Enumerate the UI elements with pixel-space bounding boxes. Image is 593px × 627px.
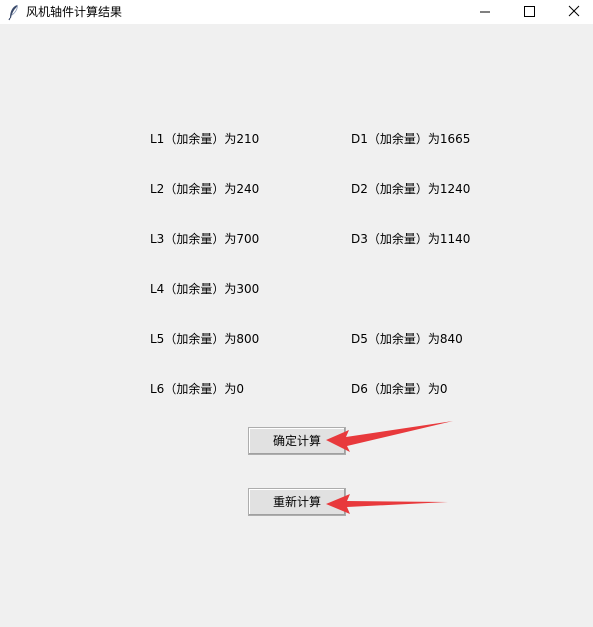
close-icon — [568, 5, 580, 17]
result-d6: D6（加余量）为0 — [351, 382, 448, 396]
result-l2: L2（加余量）为240 — [150, 182, 260, 196]
maximize-icon — [524, 6, 535, 17]
result-l3: L3（加余量）为700 — [150, 232, 260, 246]
title-bar: 风机轴件计算结果 — [0, 0, 593, 25]
result-d1: D1（加余量）为1665 — [351, 132, 471, 146]
result-d5: D5（加余量）为840 — [351, 332, 463, 346]
feather-icon — [6, 3, 22, 21]
result-l6: L6（加余量）为0 — [150, 382, 244, 396]
result-l1: L1（加余量）为210 — [150, 132, 260, 146]
minimize-button[interactable] — [462, 0, 508, 24]
minimize-icon — [480, 11, 490, 13]
result-d2: D2（加余量）为1240 — [351, 182, 471, 196]
maximize-button[interactable] — [506, 0, 552, 24]
result-l4: L4（加余量）为300 — [150, 282, 260, 296]
client-area — [0, 25, 593, 627]
confirm-calculation-button[interactable]: 确定计算 — [248, 427, 346, 455]
window-title: 风机轴件计算结果 — [26, 5, 123, 19]
reset-calculation-button[interactable]: 重新计算 — [248, 488, 346, 516]
result-d3: D3（加余量）为1140 — [351, 232, 471, 246]
result-l5: L5（加余量）为800 — [150, 332, 260, 346]
close-button[interactable] — [551, 0, 593, 24]
